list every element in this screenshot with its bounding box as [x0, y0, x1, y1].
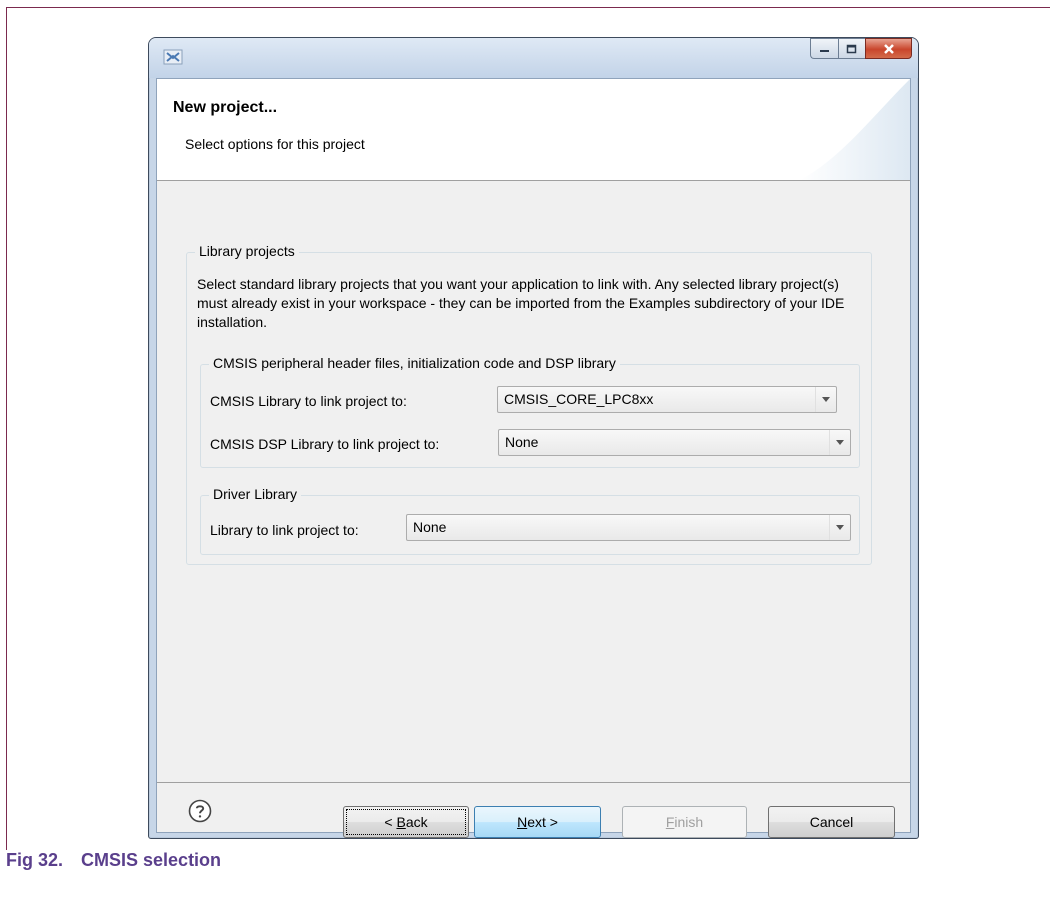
finish-button[interactable]: Finish [622, 806, 747, 838]
cmsis-dsp-library-value: None [505, 434, 539, 450]
driver-library-combo[interactable]: None [406, 514, 851, 541]
cmsis-library-combo[interactable]: CMSIS_CORE_LPC8xx [497, 386, 837, 413]
finish-button-mnemonic: F [665, 814, 675, 830]
dialog-client-area: New project... Select options for this p… [156, 78, 911, 838]
finish-button-text: inish [674, 814, 704, 830]
page-description: Select options for this project [185, 136, 365, 152]
new-project-dialog: New project... Select options for this p… [148, 37, 919, 839]
maximize-icon [846, 44, 857, 53]
driver-library-label: Library to link project to: [210, 522, 359, 538]
cmsis-dsp-library-combo[interactable]: None [498, 429, 851, 456]
driver-library-group: Driver Library Library to link project t… [200, 486, 860, 555]
cmsis-group: CMSIS peripheral header files, initializ… [200, 355, 860, 468]
figure-title: CMSIS selection [81, 850, 222, 870]
banner-decoration [800, 79, 910, 180]
next-button-mnemonic: N [517, 814, 528, 830]
wizard-banner: New project... Select options for this p… [157, 79, 910, 181]
figure-number: Fig 32. [6, 850, 64, 870]
minimize-button[interactable] [810, 38, 838, 59]
help-icon[interactable] [188, 799, 212, 823]
maximize-button[interactable] [838, 38, 865, 59]
library-projects-description: Select standard library projects that yo… [197, 276, 845, 330]
dropdown-arrow-icon [815, 387, 836, 412]
close-button[interactable] [865, 38, 912, 59]
back-button[interactable]: < Back [343, 806, 469, 838]
cmsis-library-value: CMSIS_CORE_LPC8xx [504, 391, 654, 407]
page-title: New project... [173, 99, 278, 116]
minimize-icon [819, 49, 829, 52]
title-bar[interactable] [149, 38, 918, 78]
app-icon [163, 49, 183, 65]
figure-caption: Fig 32. CMSIS selection [6, 850, 221, 871]
back-button-mnemonic: B [396, 814, 406, 830]
driver-library-legend: Driver Library [209, 486, 302, 502]
library-projects-legend: Library projects [195, 243, 299, 259]
cmsis-dsp-library-label: CMSIS DSP Library to link project to: [210, 436, 440, 452]
next-button-text: ext > [527, 814, 558, 830]
dropdown-arrow-icon [829, 430, 850, 455]
cmsis-legend: CMSIS peripheral header files, initializ… [209, 355, 620, 371]
driver-library-value: None [413, 519, 447, 535]
dropdown-arrow-icon [829, 515, 850, 540]
next-button[interactable]: Next > [474, 806, 601, 838]
cancel-button[interactable]: Cancel [768, 806, 895, 838]
cmsis-library-label: CMSIS Library to link project to: [210, 393, 407, 409]
back-button-prefix: < [384, 814, 397, 830]
footer-separator [157, 782, 910, 783]
back-button-text: ack [405, 814, 428, 830]
close-icon [883, 43, 894, 54]
library-projects-group: Library projects Select standard library… [186, 243, 872, 565]
